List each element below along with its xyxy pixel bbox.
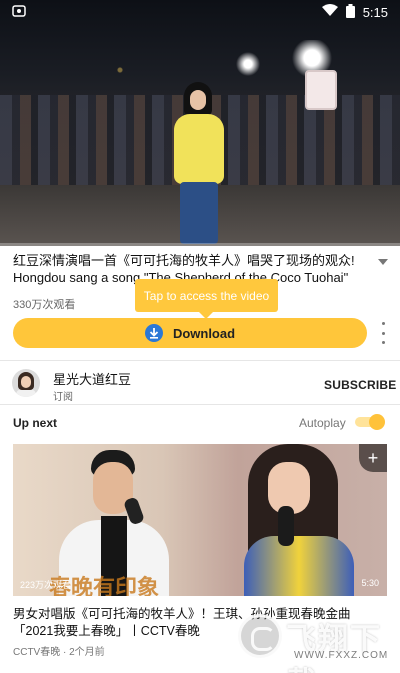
next-video-thumbnail[interactable]: 春晚有印象 223万次观看 5:30 + [13, 444, 387, 596]
download-button[interactable]: Download [13, 318, 367, 348]
add-to-playlist-icon[interactable]: + [359, 444, 387, 472]
divider [0, 360, 400, 361]
site-watermark: 飞翔下载 WWW.FXXZ.COM [238, 612, 389, 673]
tooltip-text: Tap to access the video [143, 288, 270, 303]
watermark-text: 飞翔下载 [286, 623, 382, 673]
channel-subtitle: 订阅 [53, 392, 73, 403]
status-bar: 5:15 [0, 0, 400, 24]
autoplay-label: Autoplay [299, 416, 346, 430]
watermark-logo-icon [238, 614, 282, 658]
expand-description-icon[interactable] [378, 259, 388, 265]
singer-figure [168, 82, 232, 244]
video-title-zh: 红豆深情演唱一首《可可托海的牧羊人》唱哭了现场的观众! [13, 253, 355, 268]
battery-icon [345, 3, 355, 21]
channel-name[interactable]: 星光大道红豆 [53, 369, 131, 388]
up-next-heading: Up next [13, 416, 58, 430]
app-notification-icon [12, 4, 26, 20]
more-options-icon[interactable] [378, 322, 388, 344]
watermark-url: WWW.FXXZ.COM [294, 650, 389, 661]
next-video-meta: CCTV春晚 · 2个月前 [13, 647, 105, 658]
autoplay-toggle[interactable] [353, 414, 385, 430]
download-label: Download [172, 325, 236, 341]
next-video-views: 223万次观看 [20, 580, 72, 590]
view-count: 330万次观看 [13, 299, 76, 311]
video-progress-bar[interactable] [0, 243, 400, 246]
video-player[interactable]: 5:15 [0, 0, 400, 246]
next-video-duration: 5:30 [361, 578, 379, 588]
wifi-icon [321, 4, 338, 20]
phone-in-crowd [305, 70, 337, 110]
subscribe-button[interactable]: SUBSCRIBE [324, 378, 396, 392]
channel-avatar[interactable] [12, 369, 40, 397]
download-arrow-icon [144, 324, 163, 342]
status-time: 5:15 [362, 4, 388, 20]
download-tooltip[interactable]: Tap to access the video [135, 279, 278, 319]
divider [0, 404, 400, 405]
female-singer-figure [238, 444, 368, 596]
